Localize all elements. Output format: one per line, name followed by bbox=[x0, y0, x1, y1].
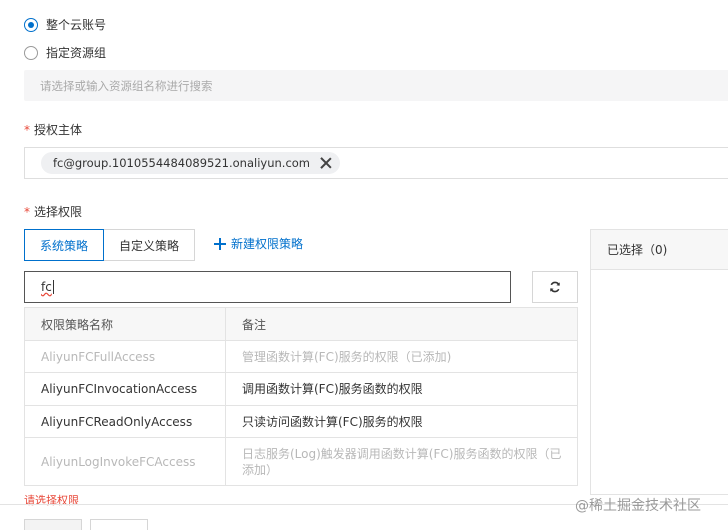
policy-search-input[interactable]: fc bbox=[24, 271, 511, 303]
policy-name: AliyunFCFullAccess bbox=[24, 340, 226, 373]
table-row: AliyunLogInvokeFCAccess 日志服务(Log)触发器调用函数… bbox=[24, 437, 578, 486]
table-row[interactable]: AliyunFCReadOnlyAccess 只读访问函数计算(FC)服务的权限 bbox=[24, 405, 578, 438]
table-header-row: 权限策略名称 备注 bbox=[24, 307, 578, 341]
new-policy-link[interactable]: 新建权限策略 bbox=[214, 235, 303, 252]
policy-name: AliyunLogInvokeFCAccess bbox=[24, 437, 226, 486]
policy-table: 权限策略名称 备注 AliyunFCFullAccess 管理函数计算(FC)服… bbox=[24, 307, 578, 486]
radio-whole-account[interactable]: 整个云账号 bbox=[24, 16, 106, 33]
resource-group-placeholder: 请选择或输入资源组名称进行搜索 bbox=[40, 78, 213, 93]
selected-panel: 已选择（0) bbox=[590, 229, 728, 495]
permissions-label: * 选择权限 bbox=[24, 203, 82, 220]
policy-name: AliyunFCInvocationAccess bbox=[24, 372, 226, 406]
policy-note: 管理函数计算(FC)服务的权限（已添加) bbox=[225, 340, 578, 373]
cancel-button[interactable] bbox=[90, 519, 148, 530]
policy-name: AliyunFCReadOnlyAccess bbox=[24, 405, 226, 438]
column-header-note: 备注 bbox=[225, 307, 578, 341]
refresh-icon bbox=[550, 281, 560, 293]
principal-tag-text: fc@group.1010554484089521.onaliyun.com bbox=[53, 156, 311, 170]
table-row[interactable]: AliyunFCInvocationAccess 调用函数计算(FC)服务函数的… bbox=[24, 372, 578, 406]
resource-group-search-input[interactable]: 请选择或输入资源组名称进行搜索 bbox=[24, 70, 728, 101]
permissions-label-text: 选择权限 bbox=[34, 205, 83, 219]
radio-button[interactable] bbox=[24, 45, 38, 60]
column-header-name: 权限策略名称 bbox=[24, 307, 226, 341]
required-mark: * bbox=[24, 123, 30, 137]
radio-label-group: 指定资源组 bbox=[46, 46, 107, 60]
radio-button-checked[interactable] bbox=[24, 17, 38, 32]
policy-note: 只读访问函数计算(FC)服务的权限 bbox=[225, 405, 578, 438]
ok-button[interactable] bbox=[24, 519, 82, 530]
principal-tag: fc@group.1010554484089521.onaliyun.com bbox=[41, 152, 341, 174]
tab-system-policy[interactable]: 系统策略 bbox=[24, 229, 105, 261]
text-cursor bbox=[52, 280, 54, 294]
principal-label: * 授权主体 bbox=[24, 121, 82, 138]
policy-tabs: 系统策略 自定义策略 bbox=[24, 229, 196, 261]
selected-header: 已选择（0) bbox=[591, 230, 728, 270]
radio-resource-group[interactable]: 指定资源组 bbox=[24, 44, 106, 61]
table-row: AliyunFCFullAccess 管理函数计算(FC)服务的权限（已添加) bbox=[24, 340, 578, 373]
new-policy-label: 新建权限策略 bbox=[231, 237, 304, 251]
error-message: 请选择权限 bbox=[24, 494, 79, 507]
policy-note: 日志服务(Log)触发器调用函数计算(FC)服务函数的权限（已添加） bbox=[225, 437, 578, 486]
policy-search-value: fc bbox=[41, 280, 52, 294]
watermark: @稀土掘金技术社区 bbox=[575, 498, 701, 514]
refresh-button[interactable] bbox=[532, 271, 578, 303]
close-icon[interactable] bbox=[320, 157, 332, 169]
tab-custom-policy[interactable]: 自定义策略 bbox=[104, 229, 196, 261]
radio-label-account: 整个云账号 bbox=[46, 18, 107, 32]
required-mark: * bbox=[24, 205, 30, 219]
principal-input[interactable]: fc@group.1010554484089521.onaliyun.com bbox=[24, 147, 728, 179]
plus-icon bbox=[214, 237, 226, 250]
policy-note: 调用函数计算(FC)服务函数的权限 bbox=[225, 372, 578, 406]
principal-label-text: 授权主体 bbox=[34, 123, 83, 137]
